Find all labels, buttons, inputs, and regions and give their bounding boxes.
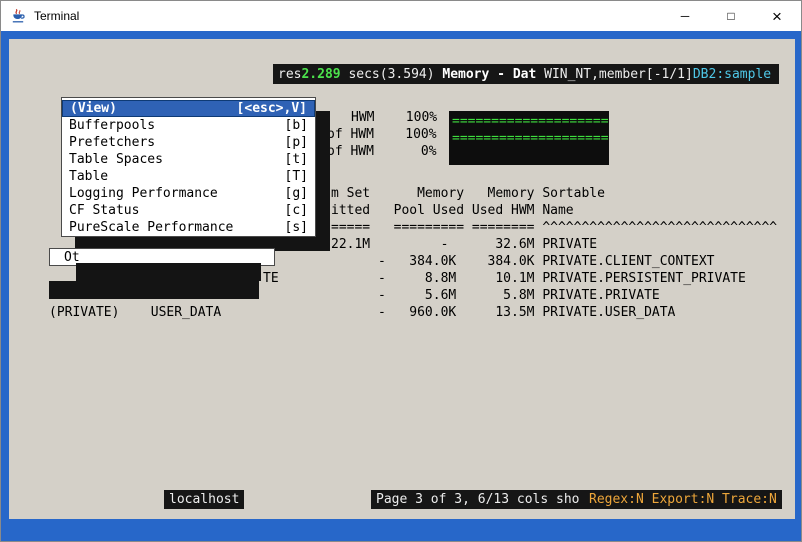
maximize-button[interactable]: □ — [708, 1, 754, 31]
refresh-time: 2.289 — [301, 66, 341, 82]
gauge-label-of-hwm-2: of HWM 0% — [327, 144, 437, 159]
close-icon: × — [772, 6, 782, 26]
status-host: localhost — [164, 490, 245, 509]
host-info: WIN_NT,member[-1/1] — [536, 66, 693, 82]
menu-item-key: [s] — [284, 220, 308, 235]
table-header-line-2: itted Pool Used Used HWM Name — [331, 203, 574, 218]
refresh-secs: secs(3.594) — [340, 66, 443, 82]
header-bar: res 2.289 secs(3.594) Memory - Dat WIN_NT… — [273, 64, 779, 84]
menu-item-label: (View) — [70, 101, 117, 116]
menu-item-cf-status[interactable]: CF Status [c] — [62, 202, 315, 219]
close-button[interactable]: × — [754, 1, 800, 31]
menu-item-key: [T] — [284, 169, 308, 184]
status-flags: Regex:N Export:N Trace:N — [584, 490, 782, 509]
view-menu: (View) [<esc>,V] Bufferpools [b] Prefetc… — [61, 97, 316, 237]
table-fragment-te: TE — [263, 271, 279, 286]
table-row-left-fragment: (PRIVATE) USER_DATA — [49, 305, 222, 320]
window-title: Terminal — [34, 9, 80, 23]
status-page-info: Page 3 of 3, 6/13 cols sho — [371, 490, 585, 509]
menu-item-label: Logging Performance — [69, 186, 218, 201]
titlebar[interactable]: Terminal ─ □ × — [1, 1, 801, 31]
maximize-icon: □ — [727, 9, 735, 23]
menu-item-bufferpools[interactable]: Bufferpools [b] — [62, 117, 315, 134]
menu-item-key: [p] — [284, 135, 308, 150]
menu-item-key: [b] — [284, 118, 308, 133]
table-row: - 5.6M 5.8M PRIVATE.PRIVATE — [331, 288, 660, 303]
minimize-icon: ─ — [680, 9, 690, 23]
chart-bar-1: ==================== — [452, 114, 609, 129]
terminal-screen[interactable]: res 2.289 secs(3.594) Memory - Dat WIN_NT… — [9, 39, 795, 519]
terminal-window: Terminal ─ □ × res 2.289 secs(3.594) Memo… — [0, 0, 802, 542]
menu-item-label: PureScale Performance — [69, 220, 234, 235]
table-row: 22.1M - 32.6M PRIVATE — [331, 237, 598, 252]
menu-item-label: Prefetchers — [69, 135, 156, 150]
java-icon — [10, 8, 26, 24]
dialog-shadow — [49, 281, 259, 299]
chart-bar-2: ==================== — [452, 131, 609, 146]
screen-title: Memory - Dat — [442, 66, 537, 82]
minimize-button[interactable]: ─ — [662, 1, 708, 31]
menu-item-key: [t] — [284, 152, 308, 167]
memory-usage-chart: ==================== ===================… — [449, 111, 609, 165]
database-name: DB2:sample — [692, 66, 772, 82]
menu-item-logging-performance[interactable]: Logging Performance [g] — [62, 185, 315, 202]
menu-item-label: Table Spaces — [69, 152, 163, 167]
menu-item-table-spaces[interactable]: Table Spaces [t] — [62, 151, 315, 168]
menu-item-label: CF Status — [69, 203, 140, 218]
window-controls: ─ □ × — [662, 1, 800, 31]
gauge-label-hwm: HWM 100% — [351, 110, 438, 125]
menu-item-prefetchers[interactable]: Prefetchers [p] — [62, 134, 315, 151]
menu-item-label: Bufferpools — [69, 118, 156, 133]
table-row: - 8.8M 10.1M PRIVATE.PERSISTENT_PRIVATE — [331, 271, 746, 286]
table-header-line-1: m Set Memory Memory Sortable — [331, 186, 605, 201]
table-row: - 384.0K 384.0K PRIVATE.CLIENT_CONTEXT — [331, 254, 715, 269]
dialog-shadow — [76, 263, 261, 281]
menu-item-key: [g] — [284, 186, 308, 201]
menu-item-view[interactable]: (View) [<esc>,V] — [62, 100, 315, 117]
table-row: - 960.0K 13.5M PRIVATE.USER_DATA — [331, 305, 676, 320]
menu-item-key: [c] — [284, 203, 308, 218]
menu-item-purescale-performance[interactable]: PureScale Performance [s] — [62, 219, 315, 236]
menu-item-key: [<esc>,V] — [236, 101, 307, 116]
menu-item-table[interactable]: Table [T] — [62, 168, 315, 185]
menu-item-label: Table — [69, 169, 109, 184]
table-separator: ===== ========= ======== ^^^^^^^^^^^^^^^… — [331, 220, 778, 235]
gauge-label-of-hwm-1: of HWM 100% — [327, 127, 437, 142]
refresh-fragment: res — [278, 66, 302, 82]
